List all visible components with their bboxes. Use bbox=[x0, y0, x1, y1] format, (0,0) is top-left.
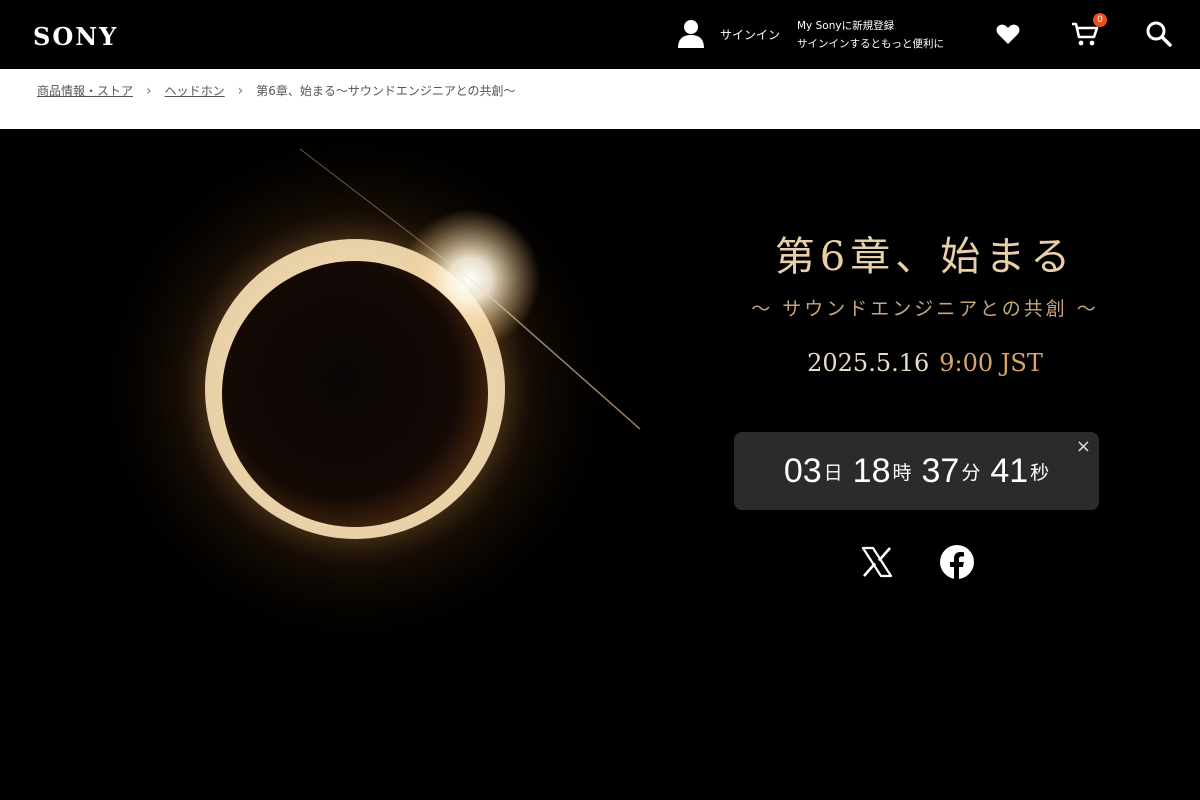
signin-link[interactable]: サインイン bbox=[720, 26, 780, 43]
breadcrumb-separator: › bbox=[146, 82, 152, 99]
breadcrumb-separator: › bbox=[237, 82, 244, 99]
breadcrumb-link-headphones[interactable]: ヘッドホン bbox=[165, 82, 225, 99]
breadcrumb-current: 第6章、始まる〜サウンドエンジニアとの共創〜 bbox=[256, 84, 516, 98]
search-icon[interactable] bbox=[1145, 20, 1173, 48]
hero-title: 第6章、始まる bbox=[774, 234, 1076, 280]
facebook-icon bbox=[940, 545, 974, 580]
eclipse-image bbox=[85, 129, 641, 659]
hero-section: 第6章、始まる 〜 サウンドエンジニアとの共創 〜 2025.5.16 9:00 … bbox=[0, 129, 1200, 800]
mysony-register-link[interactable]: My Sonyに新規登録 サインインするともっと便利に bbox=[797, 17, 944, 53]
facebook-share-button[interactable] bbox=[938, 543, 976, 581]
x-share-button[interactable] bbox=[858, 543, 896, 581]
countdown-seconds: 41 bbox=[990, 451, 1029, 490]
mysony-line1: My Sonyに新規登録 bbox=[797, 20, 895, 32]
release-time: 9:00 JST bbox=[939, 349, 1043, 377]
countdown-minutes: 37 bbox=[921, 451, 960, 490]
mysony-line2: サインインするともっと便利に bbox=[797, 38, 944, 50]
countdown-box: 03 日 18 時 37 分 41 秒 × bbox=[734, 432, 1099, 510]
heart-icon[interactable] bbox=[995, 21, 1021, 47]
countdown-close-button[interactable]: × bbox=[1076, 436, 1091, 457]
countdown-minutes-unit: 分 bbox=[961, 461, 981, 484]
breadcrumb-bar: 商品情報・ストア › ヘッドホン › 第6章、始まる〜サウンドエンジニアとの共創… bbox=[0, 69, 1200, 129]
global-header: SONY サインイン My Sonyに新規登録 サインインするともっと便利に 0 bbox=[0, 0, 1200, 69]
share-buttons bbox=[858, 543, 976, 581]
breadcrumb: 商品情報・ストア › ヘッドホン › 第6章、始まる〜サウンドエンジニアとの共創… bbox=[37, 82, 516, 99]
countdown-days: 03 bbox=[783, 451, 822, 490]
hero-subtitle: 〜 サウンドエンジニアとの共創 〜 bbox=[751, 298, 1099, 320]
countdown-hours-unit: 時 bbox=[892, 461, 912, 484]
countdown-hours: 18 bbox=[852, 451, 891, 490]
breadcrumb-link-store[interactable]: 商品情報・ストア bbox=[37, 82, 133, 99]
release-datetime: 2025.5.16 9:00 JST bbox=[760, 349, 1090, 377]
release-date: 2025.5.16 bbox=[807, 349, 930, 377]
user-icon[interactable] bbox=[676, 18, 706, 48]
sony-logo[interactable]: SONY bbox=[33, 22, 118, 51]
countdown-days-unit: 日 bbox=[823, 461, 843, 484]
countdown-seconds-unit: 秒 bbox=[1030, 461, 1050, 484]
cart-count-badge: 0 bbox=[1093, 13, 1107, 27]
x-icon bbox=[861, 546, 893, 578]
